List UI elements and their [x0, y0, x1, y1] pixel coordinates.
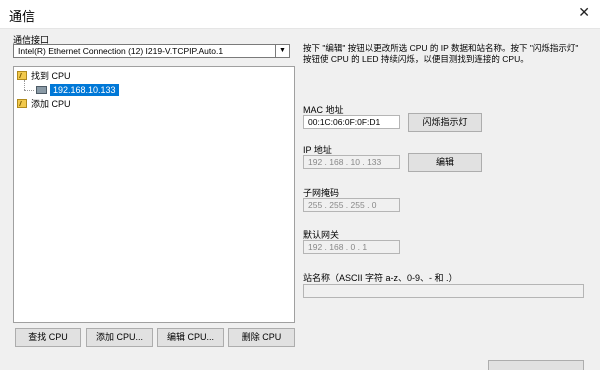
tree-item-label: 添加 CPU: [31, 99, 71, 109]
flash-led-button[interactable]: 闪烁指示灯: [408, 113, 482, 132]
cpu-tree[interactable]: 找到 CPU 192.168.10.133 添加 CPU: [13, 66, 295, 323]
ip-field: 192 . 168 . 10 . 133: [303, 155, 400, 169]
gateway-field: 192 . 168 . 0 . 1: [303, 240, 400, 254]
folder-icon: [17, 99, 27, 108]
subnet-field: 255 . 255 . 255 . 0: [303, 198, 400, 212]
tree-item-found-cpu[interactable]: 找到 CPU: [17, 69, 71, 82]
device-icon: [36, 85, 47, 94]
tree-item-add-cpu[interactable]: 添加 CPU: [17, 97, 71, 110]
tree-item-label: 找到 CPU: [31, 71, 71, 81]
interface-dropdown[interactable]: Intel(R) Ethernet Connection (12) I219-V…: [13, 44, 290, 58]
tree-item-device[interactable]: 192.168.10.133: [36, 83, 119, 96]
folder-icon: [17, 71, 27, 80]
mac-field: 00:1C:06:0F:0F:D1: [303, 115, 400, 129]
instructions-text: 按下 "编辑" 按钮以更改所选 CPU 的 IP 数据和站名称。按下 "闪烁指示…: [303, 43, 579, 64]
device-ip-label: 192.168.10.133: [50, 83, 119, 96]
station-name-field: [303, 284, 584, 298]
window-title: 通信: [9, 9, 36, 24]
interface-selected: Intel(R) Ethernet Connection (12) I219-V…: [18, 46, 224, 56]
title-bar: 通信 ✕: [0, 0, 600, 28]
find-cpu-button[interactable]: 查找 CPU: [15, 328, 81, 347]
add-cpu-button[interactable]: 添加 CPU...: [86, 328, 153, 347]
title-divider: [0, 28, 600, 29]
close-icon[interactable]: ✕: [578, 4, 590, 21]
partial-bottom-button[interactable]: [488, 360, 584, 370]
edit-ip-button[interactable]: 编辑: [408, 153, 482, 172]
tree-connector: [24, 80, 25, 90]
edit-cpu-button[interactable]: 编辑 CPU...: [157, 328, 224, 347]
station-name-label: 站名称（ASCII 字符 a-z、0-9、- 和 .）: [303, 273, 458, 283]
chevron-down-icon[interactable]: ▼: [275, 45, 289, 57]
delete-cpu-button[interactable]: 删除 CPU: [228, 328, 295, 347]
tree-connector: [24, 90, 34, 91]
